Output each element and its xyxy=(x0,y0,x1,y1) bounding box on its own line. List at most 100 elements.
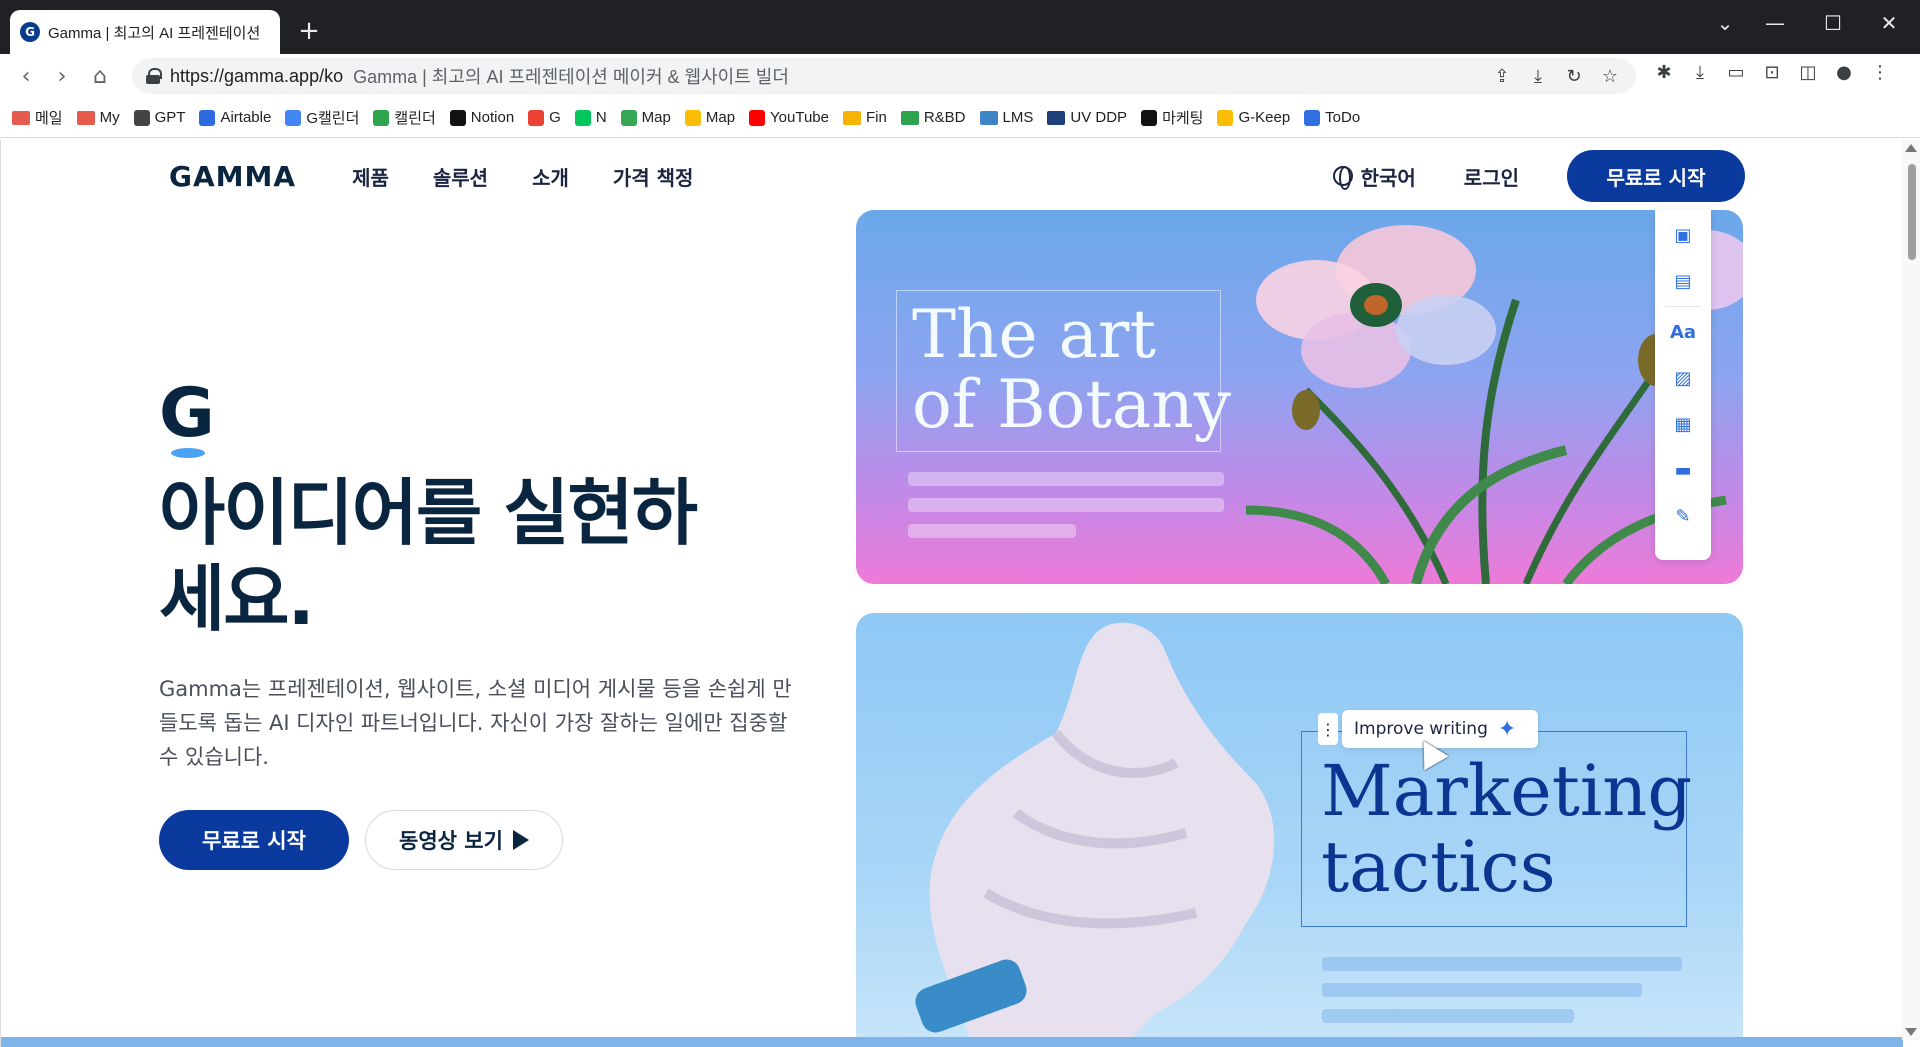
maximize-button[interactable]: ☐ xyxy=(1818,8,1848,38)
profile-avatar[interactable]: ● xyxy=(1832,60,1856,84)
bookmark-item[interactable]: ToDo xyxy=(1304,109,1360,126)
bookmark-favicon-icon xyxy=(1217,109,1234,126)
gamma-favicon-icon: G xyxy=(20,22,40,42)
folder-icon xyxy=(843,110,861,125)
menu-icon[interactable]: ⋮ xyxy=(1868,60,1892,84)
gamma-logo[interactable]: GAMMA xyxy=(169,160,296,193)
image-icon[interactable]: ▨ xyxy=(1672,367,1694,389)
sparkle-icon: ✦ xyxy=(1497,716,1517,742)
site-nav: GAMMA 제품 솔루션 소개 가격 책정 한국어 로그인 무료로 시작 xyxy=(169,150,1745,202)
hero-section: G 아이디어를 실현하 세요. Gamma는 프레젠테이션, 웹사이트, 소셜 … xyxy=(159,380,809,870)
add-card-icon[interactable]: ▣ xyxy=(1672,224,1694,246)
nav-solutions[interactable]: 솔루션 xyxy=(433,162,488,191)
minimize-button[interactable]: — xyxy=(1760,8,1790,38)
browser-tab[interactable]: G Gamma | 최고의 AI 프레젠테이션 xyxy=(10,10,280,54)
tab-title: Gamma | 최고의 AI 프레젠테이션 xyxy=(48,24,261,42)
url-text: https://gamma.app/ko xyxy=(170,65,344,86)
text-skeleton xyxy=(1322,1009,1574,1023)
text-skeleton xyxy=(908,472,1224,486)
bookmark-item[interactable]: Airtable xyxy=(199,109,271,126)
embed-icon[interactable]: ▬ xyxy=(1672,459,1694,481)
forward-icon[interactable]: › xyxy=(46,60,78,92)
bookmark-favicon-icon xyxy=(1141,109,1158,126)
bookmark-item[interactable]: N xyxy=(574,109,607,126)
more-options-icon[interactable]: ⋮ xyxy=(1318,713,1338,745)
editor-side-panel: ▣ ▤ Aa ▨ ▦ ▬ ✎ xyxy=(1655,210,1711,560)
bookmark-favicon-icon xyxy=(620,109,637,126)
nav-products[interactable]: 제품 xyxy=(352,162,389,191)
address-bar[interactable]: https://gamma.app/ko Gamma | 최고의 AI 프레젠테… xyxy=(132,58,1636,94)
bookmark-item[interactable]: G캘린더 xyxy=(285,107,359,128)
edit-icon[interactable]: ✎ xyxy=(1672,505,1694,527)
folder-icon xyxy=(12,110,30,125)
language-selector[interactable]: 한국어 xyxy=(1332,162,1416,191)
download-icon[interactable]: ⤓ xyxy=(1688,60,1712,84)
bookmark-item[interactable]: UV DDP xyxy=(1047,109,1127,126)
scroll-up-icon[interactable] xyxy=(1905,144,1917,152)
close-button[interactable]: ✕ xyxy=(1874,8,1904,38)
login-link[interactable]: 로그인 xyxy=(1464,162,1519,191)
tab-search-icon[interactable]: ⌄ xyxy=(1710,8,1740,38)
bookmark-item[interactable]: Fin xyxy=(843,109,887,126)
scroll-thumb[interactable] xyxy=(1908,164,1916,260)
bookmark-item[interactable]: G xyxy=(528,109,561,126)
bookmark-item[interactable]: Map xyxy=(684,109,735,126)
scroll-down-icon[interactable] xyxy=(1905,1028,1917,1036)
hero-subtitle: Gamma는 프레젠테이션, 웹사이트, 소셜 미디어 게시물 등을 손쉽게 만… xyxy=(159,677,792,769)
page-scrollbar[interactable] xyxy=(1902,140,1920,1040)
bookmark-item[interactable]: Notion xyxy=(449,109,514,126)
extensions-icon[interactable]: ✱ xyxy=(1652,60,1676,84)
bookmark-favicon-icon xyxy=(449,109,466,126)
nav-about[interactable]: 소개 xyxy=(532,162,569,191)
hand-illustration xyxy=(915,622,1275,1047)
screenshot-icon[interactable]: ⊡ xyxy=(1760,60,1784,84)
bookmark-item[interactable]: 메일 xyxy=(12,107,63,128)
bookmark-favicon-icon xyxy=(749,109,766,126)
watch-video-button[interactable]: 동영상 보기 xyxy=(365,810,563,870)
bookmark-item[interactable]: YouTube xyxy=(749,109,829,126)
marketing-title[interactable]: Marketing tactics xyxy=(1321,753,1741,905)
bookmark-favicon-icon xyxy=(133,109,150,126)
bookmark-item[interactable]: My xyxy=(76,109,120,126)
marketing-card: ⋮ Improve writing ✦ Marketing tactics xyxy=(856,613,1743,1047)
bookmark-item[interactable]: 마케팅 xyxy=(1141,107,1203,128)
bookmark-item[interactable]: 캘린더 xyxy=(373,107,436,128)
lock-icon xyxy=(146,68,162,84)
bookmark-favicon-icon xyxy=(684,109,701,126)
sidebar-icon[interactable]: ◫ xyxy=(1796,60,1820,84)
install-icon[interactable]: ⤓ xyxy=(1526,64,1550,88)
reload-icon[interactable]: ↻ xyxy=(1562,64,1586,88)
text-icon[interactable]: Aa xyxy=(1670,321,1696,343)
share-icon[interactable]: ⇪ xyxy=(1490,64,1514,88)
layout-icon[interactable]: ▤ xyxy=(1672,270,1694,292)
folder-icon xyxy=(979,110,998,125)
folder-icon xyxy=(900,110,919,125)
bookmark-star-icon[interactable]: ☆ xyxy=(1598,64,1622,88)
globe-icon xyxy=(1332,166,1353,190)
folder-icon xyxy=(76,110,95,125)
text-skeleton xyxy=(908,524,1076,538)
nav-pricing[interactable]: 가격 책정 xyxy=(613,162,694,191)
browser-toolbar: ‹ › ⌂ https://gamma.app/ko Gamma | 최고의 A… xyxy=(0,54,1920,98)
play-icon xyxy=(512,830,529,850)
home-icon[interactable]: ⌂ xyxy=(84,60,116,92)
bookmark-item[interactable]: R&BD xyxy=(900,109,966,126)
video-icon[interactable]: ▦ xyxy=(1672,413,1694,435)
start-free-button[interactable]: 무료로 시작 xyxy=(159,810,349,870)
bookmark-item[interactable]: Map xyxy=(620,109,671,126)
gamma-page: GAMMA 제품 솔루션 소개 가격 책정 한국어 로그인 무료로 시작 G 아… xyxy=(0,140,1920,1047)
bookmark-favicon-icon xyxy=(1304,109,1321,126)
bookmark-favicon-icon xyxy=(199,109,216,126)
text-skeleton xyxy=(908,498,1224,512)
bookmark-item[interactable]: GPT xyxy=(133,109,185,126)
video-icon[interactable]: ▭ xyxy=(1724,60,1748,84)
new-tab-button[interactable]: + xyxy=(294,16,324,46)
back-icon[interactable]: ‹ xyxy=(10,60,42,92)
start-free-nav-button[interactable]: 무료로 시작 xyxy=(1567,150,1745,202)
botany-title[interactable]: The art of Botany xyxy=(912,300,1312,440)
bookmarks-bar: 메일 My GPT Airtable G캘린더 캘린더 Notion G N Map Map YouT… xyxy=(0,98,1920,138)
bookmark-item[interactable]: G-Keep xyxy=(1217,109,1290,126)
bookmark-item[interactable]: LMS xyxy=(979,109,1033,126)
bottom-strip xyxy=(1,1037,1903,1047)
botany-card: The art of Botany xyxy=(856,210,1743,584)
